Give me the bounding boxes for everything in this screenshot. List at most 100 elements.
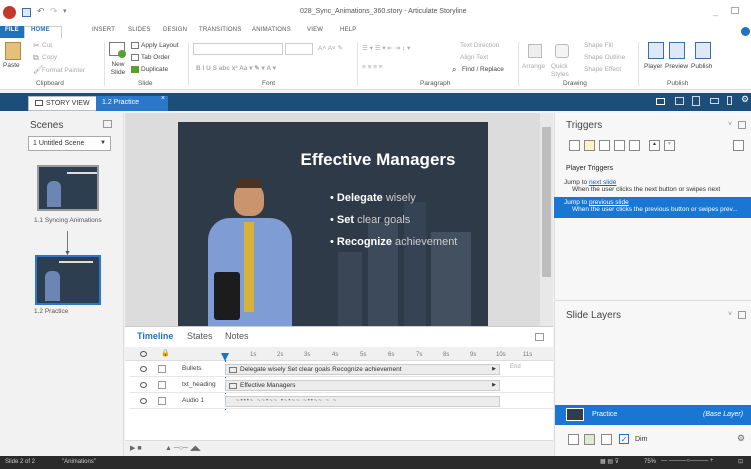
shape-outline-button[interactable]: Shape Outline bbox=[584, 54, 625, 61]
format-painter-button[interactable]: Format Painter bbox=[42, 67, 85, 74]
timeline-bar-bullets[interactable]: Delegate wisely Set clear goals Recogniz… bbox=[225, 364, 500, 375]
view-phone-icon[interactable] bbox=[727, 96, 732, 105]
panel-dock-icon[interactable] bbox=[103, 120, 112, 128]
zoom-slider[interactable]: — ———○——— + bbox=[661, 458, 713, 464]
preview-button[interactable]: Preview bbox=[665, 63, 688, 70]
view-tablet-icon[interactable] bbox=[710, 98, 719, 104]
publish-button[interactable]: Publish bbox=[691, 63, 712, 70]
tab-transitions[interactable]: TRANSITIONS bbox=[199, 27, 242, 33]
paste-icon[interactable] bbox=[5, 42, 21, 60]
preview-icon[interactable] bbox=[669, 42, 685, 59]
publish-icon[interactable] bbox=[695, 42, 711, 59]
scene-select[interactable]: 1 Untitled Scene ▼ bbox=[28, 136, 111, 151]
quick-styles-button[interactable]: Quick Styles bbox=[551, 63, 573, 79]
redo-icon[interactable]: ↷ bbox=[50, 6, 58, 17]
close-tab-icon[interactable]: × bbox=[161, 95, 165, 102]
timeline-row-bullets[interactable]: Bullets Delegate wisely Set clear goals … bbox=[130, 362, 553, 377]
tab-insert[interactable]: INSERT bbox=[92, 27, 115, 33]
timeline-dock-icon[interactable] bbox=[535, 333, 544, 341]
story-view-tab[interactable]: STORY VIEW bbox=[28, 96, 97, 111]
maximize-icon[interactable] bbox=[731, 7, 739, 14]
tab-notes[interactable]: Notes bbox=[225, 331, 249, 341]
duplicate-layer-icon[interactable] bbox=[584, 434, 595, 445]
slide-thumbnail-2[interactable] bbox=[35, 255, 101, 305]
tab-animations[interactable]: ANIMATIONS bbox=[252, 27, 291, 33]
new-slide-button[interactable]: New Slide bbox=[106, 61, 130, 77]
trigger-next-slide[interactable]: Jump to next slide When the user clicks … bbox=[554, 179, 751, 193]
help-icon[interactable] bbox=[741, 27, 750, 36]
copy-trigger-icon[interactable] bbox=[599, 140, 610, 151]
tab-home[interactable]: HOME bbox=[31, 27, 50, 33]
practice-slide-tab[interactable]: 1.2 Practice × bbox=[96, 95, 168, 111]
audio-waveform[interactable]: ~•••~ ~~•~~ •~•~~ ~••~~ ~ ~ bbox=[225, 396, 500, 407]
tab-design[interactable]: DESIGN bbox=[163, 27, 187, 33]
trigger-options-icon[interactable] bbox=[733, 140, 744, 151]
eye-icon[interactable] bbox=[140, 382, 147, 388]
slide-bullet-1[interactable]: • Delegate wisely bbox=[330, 192, 416, 204]
minimize-icon[interactable]: _ bbox=[713, 6, 718, 16]
settings-gear-icon[interactable]: ⚙ bbox=[741, 94, 749, 105]
shape-effect-button[interactable]: Shape Effect bbox=[584, 66, 621, 73]
collapse-icon[interactable]: ˅ bbox=[728, 121, 732, 128]
view-page-icon[interactable] bbox=[692, 96, 700, 106]
apply-layout-button[interactable]: Apply Layout bbox=[141, 42, 179, 49]
lock-checkbox[interactable] bbox=[158, 397, 166, 405]
move-up-icon[interactable]: ▲ bbox=[649, 140, 660, 151]
tab-help[interactable]: HELP bbox=[340, 27, 356, 33]
trigger-previous-slide[interactable]: Jump to previous slide When the user cli… bbox=[554, 197, 751, 218]
player-icon[interactable] bbox=[648, 42, 664, 59]
canvas-vertical-scrollbar[interactable] bbox=[540, 113, 553, 326]
timeline-bar-heading[interactable]: Effective Managers ▶ bbox=[225, 380, 500, 391]
end-marker[interactable]: End bbox=[510, 364, 521, 370]
undo-icon[interactable]: ↶ bbox=[37, 6, 45, 17]
slide-heading[interactable]: Effective Managers bbox=[273, 150, 483, 170]
text-direction-button[interactable]: Text Direction bbox=[460, 42, 499, 49]
slide-thumbnail-1[interactable] bbox=[37, 165, 99, 211]
list-controls[interactable]: ☰ ▾ ☰ ▾ ⇤ ⇥ ↕ ▾ bbox=[362, 44, 410, 52]
paste-button[interactable]: Paste bbox=[3, 62, 20, 69]
tab-timeline[interactable]: Timeline bbox=[137, 331, 173, 341]
timeline-row-audio[interactable]: Audio 1 ~•••~ ~~•~~ •~•~~ ~••~~ ~ ~ bbox=[130, 394, 553, 409]
delete-layer-icon[interactable] bbox=[601, 434, 612, 445]
play-icon[interactable]: ▶ ■ bbox=[130, 444, 142, 452]
align-text-button[interactable]: Align Text bbox=[460, 54, 488, 61]
timeline-row-heading[interactable]: txt_heading Effective Managers ▶ bbox=[130, 378, 553, 393]
tab-states[interactable]: States bbox=[187, 331, 213, 341]
tab-order-button[interactable]: Tab Order bbox=[141, 54, 170, 61]
dim-checkbox[interactable]: ✓ bbox=[619, 434, 629, 444]
copy-button[interactable]: Copy bbox=[42, 54, 57, 61]
dock-icon[interactable] bbox=[738, 121, 746, 129]
slide-bullet-2[interactable]: • Set clear goals bbox=[330, 214, 410, 226]
collapse-icon[interactable]: ˅ bbox=[728, 311, 732, 318]
lock-icon[interactable]: 🔒 bbox=[161, 349, 170, 357]
base-layer-row[interactable]: Practice (Base Layer) bbox=[555, 405, 751, 425]
tab-view[interactable]: VIEW bbox=[307, 27, 323, 33]
new-layer-icon[interactable] bbox=[568, 434, 579, 445]
quick-styles-icon[interactable] bbox=[555, 44, 569, 58]
font-size-select[interactable] bbox=[285, 43, 313, 55]
tab-slides[interactable]: SLIDES bbox=[128, 27, 151, 33]
find-replace-button[interactable]: Find / Replace bbox=[462, 66, 504, 73]
dock-icon[interactable] bbox=[738, 311, 746, 319]
arrange-button[interactable]: Arrange bbox=[522, 63, 545, 70]
new-trigger-icon[interactable] bbox=[569, 140, 580, 151]
arrange-icon[interactable] bbox=[528, 44, 542, 58]
eye-icon[interactable] bbox=[140, 366, 147, 372]
view-normal-icon[interactable] bbox=[656, 98, 665, 105]
cut-button[interactable]: Cut bbox=[42, 42, 52, 49]
trigger-1-link[interactable]: next slide bbox=[589, 179, 616, 186]
slide-bullet-3[interactable]: • Recognize achievement bbox=[330, 236, 457, 248]
lock-checkbox[interactable] bbox=[158, 365, 166, 373]
grow-font-icon[interactable]: A˄ A˅ ✎ bbox=[318, 44, 343, 52]
text-format-toolbar[interactable]: B I U S abc x² Aa ▾ ✎ ▾ A ▾ bbox=[196, 64, 276, 72]
shape-fill-button[interactable]: Shape Fill bbox=[584, 42, 613, 49]
paste-trigger-icon[interactable] bbox=[614, 140, 625, 151]
tab-file[interactable]: FILE bbox=[5, 27, 19, 33]
lock-checkbox[interactable] bbox=[158, 381, 166, 389]
duplicate-button[interactable]: Duplicate bbox=[141, 66, 168, 73]
player-button[interactable]: Player bbox=[644, 63, 662, 70]
trigger-2-link[interactable]: previous slide bbox=[589, 199, 629, 206]
font-family-select[interactable] bbox=[193, 43, 283, 55]
save-icon[interactable] bbox=[22, 8, 31, 17]
view-slide-icon[interactable] bbox=[675, 97, 684, 105]
